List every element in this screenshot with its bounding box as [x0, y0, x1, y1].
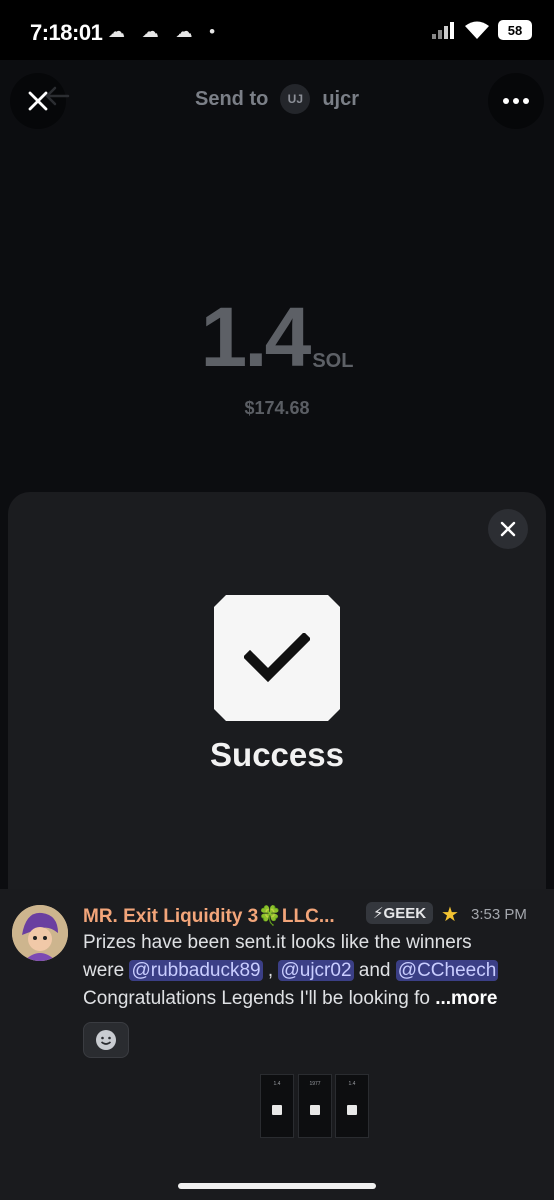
emoji-icon — [96, 1030, 116, 1050]
star-icon: ★ — [441, 904, 459, 926]
send-to-label: Send to — [194, 87, 269, 110]
thumb-check — [272, 1105, 282, 1115]
recipient-avatar: UJ — [280, 84, 311, 114]
text-fragment: , — [262, 960, 279, 981]
thumb-check — [347, 1105, 357, 1115]
role-badge[interactable]: ⚡GEEK — [366, 902, 434, 924]
status-time: 7:18:01 — [30, 20, 103, 45]
thumb-check — [310, 1105, 320, 1115]
close-icon — [500, 521, 516, 537]
message-line-1: Prizes have been sent.it looks like the … — [83, 932, 472, 953]
text-fragment: were — [83, 960, 130, 981]
mention-ujcr02[interactable]: @ujcr02 — [278, 960, 354, 981]
text-fragment: and — [353, 960, 396, 981]
thumb-caption: 1977 — [309, 1081, 321, 1087]
message-line-3: Congratulations Legends I'll be looking … — [83, 988, 498, 1010]
success-check-box — [214, 595, 340, 721]
message-author[interactable]: MR. Exit Liquidity 3🍀LLC... — [83, 904, 335, 928]
text-fragment: Congratulations Legends I'll be looking … — [83, 988, 436, 1009]
more-icon — [503, 98, 529, 104]
amount-value: 1.4 — [200, 290, 312, 384]
message-line-2: were @rubbaduck89 , @ujcr02 and @CCheech — [83, 960, 499, 982]
add-reaction-button[interactable] — [83, 1022, 129, 1058]
usd-value: $174.68 — [244, 398, 310, 418]
avatar-illustration — [12, 905, 68, 961]
more-options-button[interactable] — [488, 73, 544, 129]
attachment-thumbnail[interactable]: 1.4 — [260, 1074, 294, 1138]
author-avatar[interactable] — [12, 905, 68, 961]
attachment-thumbnail[interactable]: 1.4 — [335, 1074, 369, 1138]
mention-rubbaduck89[interactable]: @rubbaduck89 — [129, 960, 263, 981]
check-icon — [244, 633, 310, 683]
message-time: 3:53 PM — [471, 906, 527, 923]
attachment-thumbnail[interactable]: 1977 — [298, 1074, 332, 1138]
send-to-header: Send to UJ ujcr — [0, 84, 554, 114]
home-indicator[interactable] — [178, 1183, 376, 1189]
recipient-name: ujcr — [322, 87, 360, 110]
success-title: Success — [210, 736, 344, 773]
amount-unit: SOL — [312, 350, 354, 372]
read-more-link[interactable]: ...more — [435, 988, 497, 1009]
sheet-close-button[interactable] — [488, 509, 528, 549]
transfer-amount: 1.4 SOL — [0, 295, 554, 379]
signal-icon — [432, 22, 454, 39]
wifi-icon — [465, 21, 489, 39]
notification-icons: ☁ ☁ ☁ • — [108, 22, 222, 41]
battery-icon: 58 — [498, 20, 532, 40]
mention-ccheech[interactable]: @CCheech — [395, 960, 499, 981]
thumb-caption: 1.4 — [273, 1081, 281, 1087]
status-right: 58 — [432, 20, 532, 40]
thumb-caption: 1.4 — [348, 1081, 356, 1087]
